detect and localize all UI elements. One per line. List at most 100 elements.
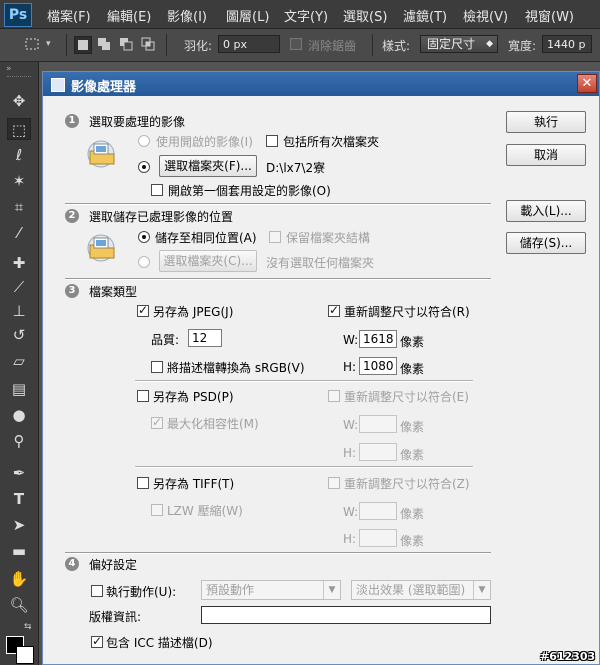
psd-height-field[interactable] [359, 443, 397, 461]
zoom-tool-icon[interactable]: 🔍︎ [7, 594, 31, 616]
menu-layer[interactable]: 圖層(L) [226, 6, 269, 25]
jpeg-height-label: H: [343, 360, 357, 374]
dodge-tool-icon[interactable]: ⚲ [7, 430, 31, 452]
jpeg-quality-field[interactable]: 12 [188, 329, 222, 347]
run-button[interactable]: 執行 [506, 111, 586, 133]
jpeg-resize-checkbox[interactable] [328, 303, 340, 317]
hand-tool-icon[interactable]: ✋ [7, 568, 31, 590]
run-action-checkbox[interactable] [91, 585, 103, 597]
save-as-psd-label: 另存為 PSD(P) [153, 390, 234, 404]
action-set-select[interactable]: 預設動作 ▼ [201, 580, 341, 600]
action-name-select[interactable]: 淡出效果 (選取範圍) ▼ [351, 580, 491, 600]
menu-view[interactable]: 檢視(V) [463, 6, 508, 25]
menu-filter[interactable]: 濾鏡(T) [403, 6, 447, 25]
background-color-swatch[interactable] [16, 646, 34, 664]
separator [135, 466, 473, 468]
select-destination-folder-button[interactable]: 選取檔案夾(C)... [159, 250, 257, 272]
close-button[interactable]: ✕ [577, 74, 597, 93]
maximize-compatibility-checkbox[interactable] [151, 415, 163, 429]
feather-field[interactable]: 0 px [218, 35, 280, 53]
keep-folder-structure-label: 保留檔案夾結構 [286, 231, 371, 245]
new-selection-icon[interactable] [74, 36, 92, 54]
menu-file[interactable]: 檔案(F) [47, 6, 91, 25]
pen-tool-icon[interactable]: ✒ [7, 462, 31, 484]
history-brush-tool-icon[interactable]: ↺ [7, 324, 31, 346]
menu-edit[interactable]: 編輯(E) [107, 6, 151, 25]
convert-srgb-checkbox[interactable] [151, 361, 163, 373]
rect-marquee-icon[interactable] [24, 36, 40, 52]
save-as-jpeg-checkbox[interactable] [137, 303, 149, 317]
load-button[interactable]: 載入(L)... [506, 200, 586, 222]
step-2-badge: 2 [65, 209, 79, 223]
style-select[interactable]: 固定尺寸 ◆ [420, 35, 498, 53]
tiff-width-field[interactable] [359, 502, 397, 520]
psd-resize-checkbox[interactable] [328, 390, 340, 402]
save-as-psd-checkbox[interactable] [137, 390, 149, 402]
collapse-arrows-icon[interactable]: » [6, 64, 12, 74]
width-field[interactable]: 1440 p [542, 35, 592, 53]
select-destination-radio[interactable] [138, 256, 150, 268]
dropdown-arrow-icon: ▼ [473, 581, 490, 599]
tool-preset-arrow-icon[interactable]: ▾ [46, 39, 51, 49]
open-first-image-checkbox[interactable] [151, 184, 163, 196]
jpeg-width-field[interactable]: 1618 [359, 330, 397, 348]
copyright-field[interactable] [201, 606, 491, 624]
add-selection-icon[interactable] [96, 36, 112, 52]
psd-height-label: H: [343, 446, 357, 460]
intersect-selection-icon[interactable] [140, 36, 156, 52]
move-tool-icon[interactable]: ✥ [7, 90, 31, 112]
menu-type[interactable]: 文字(Y) [284, 6, 328, 25]
brush-tool-icon[interactable]: ⟋ [7, 276, 31, 298]
type-tool-icon[interactable]: T [7, 488, 31, 510]
gradient-tool-icon[interactable]: ▤ [7, 378, 31, 400]
clone-stamp-tool-icon[interactable]: ⊥ [7, 300, 31, 322]
save-as-jpeg-label: 另存為 JPEG(J) [153, 305, 234, 319]
copyright-label: 版權資訊: [89, 610, 142, 624]
separator [135, 380, 473, 382]
magic-wand-tool-icon[interactable]: ✶ [7, 170, 31, 192]
include-subfolders-checkbox[interactable] [266, 135, 278, 147]
jpeg-quality-label: 品質: [151, 333, 180, 347]
images-folder-icon [87, 140, 115, 168]
section4-heading: 偏好設定 [89, 558, 138, 572]
select-folder-radio[interactable] [138, 161, 150, 173]
antialias-checkbox[interactable] [290, 38, 302, 50]
include-icc-checkbox[interactable] [91, 634, 103, 648]
menu-window[interactable]: 視窗(W) [525, 6, 574, 25]
save-button[interactable]: 儲存(S)... [506, 232, 586, 254]
lasso-tool-icon[interactable]: ℓ [7, 144, 31, 166]
select-source-folder-button[interactable]: 選取檔案夾(F)... [159, 155, 257, 177]
dialog-titlebar: 影像處理器 ✕ [43, 72, 599, 96]
eyedropper-tool-icon[interactable]: ⁄ [7, 222, 31, 244]
eraser-tool-icon[interactable]: ▱ [7, 350, 31, 372]
crop-tool-icon[interactable]: ⌗ [7, 196, 31, 218]
width-label: 寬度: [508, 39, 537, 53]
marquee-tool-icon[interactable]: ⬚ [7, 118, 31, 140]
save-same-location-radio[interactable] [138, 231, 150, 243]
blur-tool-icon[interactable]: ● [7, 404, 31, 426]
dialog-app-icon [51, 78, 65, 92]
subtract-selection-icon[interactable] [118, 36, 134, 52]
feather-label: 羽化: [184, 39, 213, 53]
menu-select[interactable]: 選取(S) [343, 6, 387, 25]
use-open-images-label: 使用開啟的影像(I) [156, 135, 253, 149]
watermark: #612303 [540, 650, 596, 663]
open-first-image-label: 開啟第一個套用設定的影像(O) [168, 184, 331, 198]
tiff-height-field[interactable] [359, 529, 397, 547]
step-3-badge: 3 [65, 284, 79, 298]
lzw-compression-checkbox[interactable] [151, 504, 163, 516]
menu-image[interactable]: 影像(I) [167, 6, 207, 25]
source-folder-path: D:\lx7\2寮 [266, 161, 326, 175]
keep-folder-structure-checkbox[interactable] [269, 231, 281, 243]
healing-brush-tool-icon[interactable]: ✚ [7, 252, 31, 274]
swap-colors-icon[interactable]: ⇆ [24, 622, 32, 632]
shape-tool-icon[interactable]: ▬ [7, 540, 31, 562]
use-open-images-radio[interactable] [138, 135, 150, 147]
tiff-resize-checkbox[interactable] [328, 477, 340, 489]
cancel-button[interactable]: 取消 [506, 144, 586, 166]
psd-width-field[interactable] [359, 415, 397, 433]
save-as-tiff-checkbox[interactable] [137, 477, 149, 489]
jpeg-height-field[interactable]: 1080 [359, 357, 397, 375]
path-selection-tool-icon[interactable]: ➤ [7, 514, 31, 536]
tiff-height-label: H: [343, 532, 357, 546]
